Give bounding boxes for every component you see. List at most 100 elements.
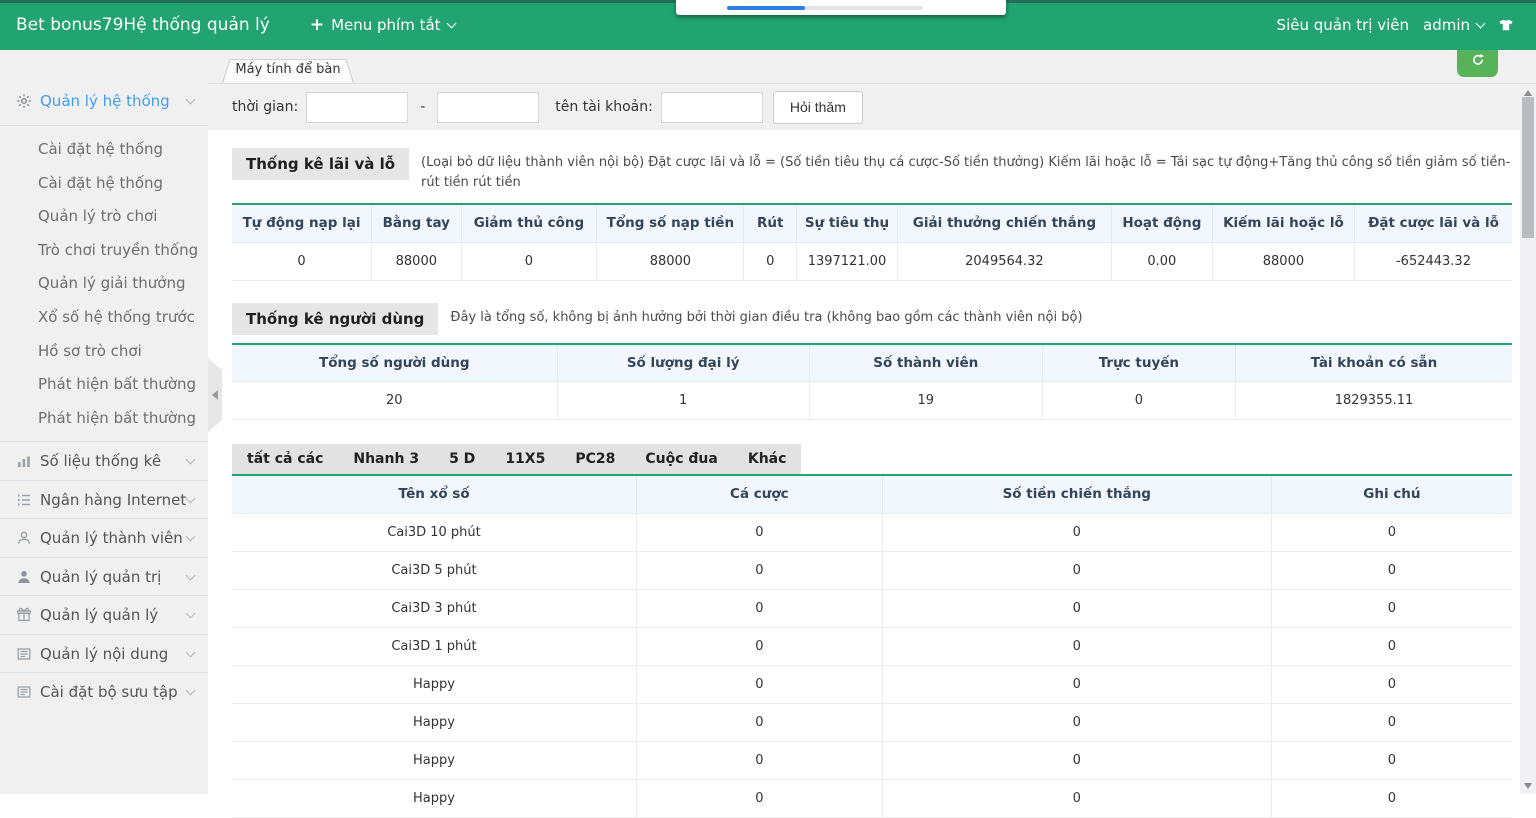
loading-dialog bbox=[676, 0, 1006, 15]
sidebar-group-label: Ngân hàng Internet bbox=[40, 491, 186, 509]
cell: 0 bbox=[636, 741, 882, 779]
chevron-down-icon bbox=[186, 570, 196, 580]
cell: 0 bbox=[1271, 513, 1512, 551]
user-outline-icon bbox=[16, 530, 32, 546]
sidebar-item[interactable]: Hồ sơ trò chơi bbox=[0, 335, 208, 369]
time-from-input[interactable] bbox=[306, 92, 408, 123]
cell: 0 bbox=[882, 779, 1271, 817]
cell: 0 bbox=[1271, 665, 1512, 703]
sidebar-item[interactable]: Cài đặt hệ thống bbox=[0, 133, 208, 167]
tab-khac[interactable]: Khác bbox=[733, 451, 802, 467]
chevron-down-icon bbox=[186, 455, 196, 465]
refresh-icon bbox=[1470, 51, 1486, 67]
sidebar-group-admins[interactable]: Quản lý quản trị bbox=[0, 557, 208, 596]
numbered-list-icon bbox=[16, 492, 32, 508]
column-header: Trực tuyến bbox=[1042, 344, 1235, 382]
column-header: Rút bbox=[744, 204, 796, 242]
cell: 1 bbox=[557, 382, 809, 420]
cell: 0 bbox=[636, 513, 882, 551]
table-header-row: Tổng số người dùng Số lượng đại lý Số th… bbox=[232, 344, 1512, 382]
column-header: Tổng số người dùng bbox=[232, 344, 557, 382]
cell: 88000 bbox=[597, 242, 744, 280]
users-table: Tổng số người dùng Số lượng đại lý Số th… bbox=[232, 343, 1512, 421]
username: admin bbox=[1423, 16, 1470, 34]
tab-5d[interactable]: 5 D bbox=[434, 451, 490, 467]
tab-cuoc-dua[interactable]: Cuộc đua bbox=[630, 451, 732, 467]
sidebar: Quản lý hệ thống Cài đặt hệ thống Cài đặ… bbox=[0, 50, 208, 794]
vertical-scrollbar[interactable] bbox=[1520, 85, 1536, 794]
sidebar-group-members[interactable]: Quản lý thành viên bbox=[0, 518, 208, 557]
tab-pc28[interactable]: PC28 bbox=[560, 451, 630, 467]
admin-menu[interactable]: admin bbox=[1423, 16, 1484, 34]
scroll-down-arrow-icon[interactable] bbox=[1524, 783, 1532, 789]
sidebar-item[interactable]: Quản lý trò chơi bbox=[0, 200, 208, 234]
shortcut-menu-label: Menu phím tắt bbox=[331, 16, 440, 34]
column-header: Số thành viên bbox=[809, 344, 1042, 382]
bar-chart-icon bbox=[16, 453, 32, 469]
table-header-row: Tự động nạp lại Bằng tay Giảm thủ công T… bbox=[232, 204, 1512, 242]
cell: 0 bbox=[882, 551, 1271, 589]
scroll-up-arrow-icon[interactable] bbox=[1524, 90, 1532, 96]
tab-desktop[interactable]: Máy tính để bàn bbox=[222, 56, 354, 83]
scrollbar-thumb[interactable] bbox=[1522, 97, 1534, 238]
query-button[interactable]: Hỏi thăm bbox=[773, 91, 863, 124]
column-header: Tổng số nạp tiền bbox=[597, 204, 744, 242]
chevron-down-icon bbox=[186, 686, 196, 696]
dashboard-body: Thống kê lãi và lỗ (Loại bỏ dữ liệu thàn… bbox=[208, 130, 1536, 818]
sidebar-item[interactable]: Phát hiện bất thường bbox=[0, 402, 208, 436]
column-header: Bằng tay bbox=[372, 204, 462, 242]
sidebar-item[interactable]: Trò chơi truyền thống bbox=[0, 234, 208, 268]
table-row: Happy 0 0 0 bbox=[232, 741, 1512, 779]
main-content: Máy tính để bàn thời gian: - tên tài kho… bbox=[208, 50, 1536, 794]
sidebar-collapse-handle[interactable] bbox=[208, 358, 222, 432]
sidebar-group-label: Quản lý quản trị bbox=[40, 568, 161, 586]
shortcut-menu-button[interactable]: + Menu phím tắt bbox=[310, 15, 455, 35]
sidebar-group-label: Số liệu thống kê bbox=[40, 452, 161, 470]
cell: 0 bbox=[882, 589, 1271, 627]
cell: 0 bbox=[232, 242, 372, 280]
column-header: Số lượng đại lý bbox=[557, 344, 809, 382]
cell: 0 bbox=[1271, 627, 1512, 665]
cell: 0 bbox=[636, 551, 882, 589]
cell: 0 bbox=[636, 665, 882, 703]
column-header: Giải thưởng chiến thắng bbox=[898, 204, 1112, 242]
sidebar-group-label: Quản lý hệ thống bbox=[40, 92, 170, 110]
progress-fill bbox=[727, 6, 805, 10]
sidebar-group-label: Cài đặt bộ sưu tập bbox=[40, 683, 178, 701]
time-to-input[interactable] bbox=[437, 92, 539, 123]
tab-11x5[interactable]: 11X5 bbox=[490, 451, 560, 467]
account-input[interactable] bbox=[661, 92, 763, 123]
column-header: Tài khoản có sẵn bbox=[1235, 344, 1512, 382]
user-icon bbox=[16, 569, 32, 585]
cell: 88000 bbox=[372, 242, 462, 280]
cell: -652443.32 bbox=[1354, 242, 1512, 280]
gear-icon bbox=[16, 93, 32, 109]
sidebar-group-system[interactable]: Quản lý hệ thống bbox=[0, 86, 208, 116]
progress-bar bbox=[727, 6, 923, 10]
column-header: Tự động nạp lại bbox=[232, 204, 372, 242]
users-section-note: Đây là tổng số, không bị ảnh hưởng bởi t… bbox=[450, 303, 1512, 328]
column-header: Kiếm lãi hoặc lỗ bbox=[1212, 204, 1354, 242]
sidebar-group-collection[interactable]: Cài đặt bộ sưu tập bbox=[0, 672, 208, 711]
cell: 0 bbox=[1271, 703, 1512, 741]
time-label: thời gian: bbox=[232, 99, 298, 115]
profit-section-title: Thống kê lãi và lỗ bbox=[232, 148, 409, 180]
sidebar-item[interactable]: Cài đặt hệ thống bbox=[0, 167, 208, 201]
cell: Cai3D 10 phút bbox=[232, 513, 636, 551]
tab-all[interactable]: tất cả các bbox=[232, 451, 338, 467]
cell: 88000 bbox=[1212, 242, 1354, 280]
sidebar-group-management[interactable]: Quản lý quản lý bbox=[0, 595, 208, 634]
plus-icon: + bbox=[310, 15, 324, 35]
sidebar-item[interactable]: Phát hiện bất thường bbox=[0, 368, 208, 402]
sidebar-group-internet-banking[interactable]: Ngân hàng Internet bbox=[0, 480, 208, 519]
tshirt-icon[interactable] bbox=[1498, 17, 1514, 33]
tab-nhanh3[interactable]: Nhanh 3 bbox=[338, 451, 434, 467]
sidebar-group-statistics[interactable]: Số liệu thống kê bbox=[0, 441, 208, 480]
cell: 0 bbox=[636, 703, 882, 741]
sidebar-item[interactable]: Quản lý giải thưởng bbox=[0, 267, 208, 301]
sidebar-item[interactable]: Xổ số hệ thống trước bbox=[0, 301, 208, 335]
profit-section-header: Thống kê lãi và lỗ (Loại bỏ dữ liệu thàn… bbox=[232, 148, 1512, 193]
sidebar-group-content[interactable]: Quản lý nội dung bbox=[0, 634, 208, 673]
table-row: Cai3D 1 phút 0 0 0 bbox=[232, 627, 1512, 665]
table-row: 0 88000 0 88000 0 1397121.00 2049564.32 … bbox=[232, 242, 1512, 280]
